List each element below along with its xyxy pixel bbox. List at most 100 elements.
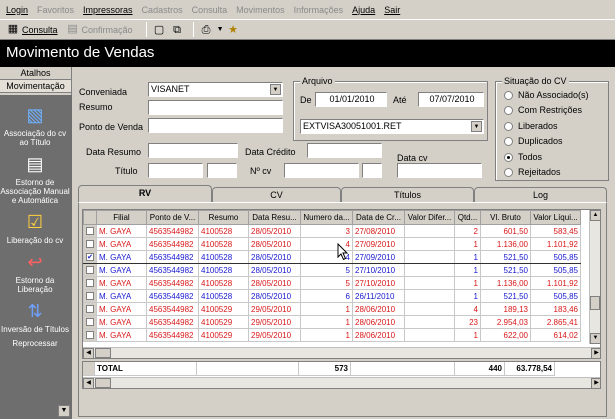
radio-todos[interactable]: Todos — [504, 152, 542, 162]
data-credito-label: Data Crédito — [245, 147, 296, 157]
column-header[interactable]: Valor Difer... — [404, 210, 455, 225]
row-checkbox[interactable] — [83, 224, 97, 238]
radio-nao-associados[interactable]: Não Associado(s) — [504, 90, 589, 100]
menu-item-8[interactable]: Sair — [384, 5, 400, 15]
menu-item-6[interactable]: Informações — [294, 5, 344, 15]
menu-item-3[interactable]: Cadastros — [142, 5, 183, 15]
column-header[interactable]: Qtd... — [454, 210, 481, 225]
situacao-group-title: Situação do CV — [502, 76, 569, 86]
sidebar-item-associacao[interactable]: ▧ Associação do cv ao Título — [0, 103, 70, 147]
confirmacao-button[interactable]: ▤ Confirmação — [66, 23, 132, 36]
totals-horizontal-scrollbar[interactable]: ◀ ▶ — [83, 377, 600, 388]
sidebar-tab-movimentacao[interactable]: Movimentação — [0, 80, 71, 93]
chevron-down-icon[interactable]: ▼ — [270, 84, 281, 95]
row-checkbox[interactable]: ✔ — [83, 250, 97, 264]
row-checkbox[interactable] — [83, 237, 97, 251]
column-header[interactable]: Resumo — [198, 210, 249, 225]
table-row[interactable]: M. GAYA 4563544982 4100529 29/05/2010 1 28/06… — [83, 302, 581, 316]
sidebar-scroll-down-button[interactable]: ▼ — [58, 405, 70, 417]
table-row[interactable]: M. GAYA 4563544982 4100528 28/05/2010 6 26/11… — [83, 289, 581, 303]
menu-item-7[interactable]: Ajuda — [352, 5, 375, 15]
column-header[interactable]: Vl. Bruto — [480, 210, 531, 225]
grid-vertical-scrollbar[interactable]: ▲ ▼ — [589, 210, 600, 344]
column-header[interactable]: Ponto de V... — [146, 210, 199, 225]
arquivo-select[interactable]: EXTVISA30051001.RET ▼ — [300, 119, 484, 134]
table-cell: M. GAYA — [96, 250, 147, 264]
sidebar-item-estorno-associacao[interactable]: ▤ Estorno de Associação Manual e Automát… — [0, 152, 70, 205]
row-checkbox[interactable] — [83, 302, 97, 316]
sidebar-item-estorno-liberacao[interactable]: ↩ Estorno da Liberação — [0, 250, 70, 294]
row-checkbox[interactable] — [83, 276, 97, 290]
titulo-parcela-input[interactable] — [207, 163, 237, 178]
chevron-down-icon[interactable]: ▼ — [217, 26, 224, 33]
sidebar-item-inversao[interactable]: ⇅ Inversão de Títulos — [0, 299, 70, 334]
sidebar-tab-atalhos[interactable]: Atalhos — [0, 67, 71, 80]
chevron-up-icon[interactable]: ▲ — [590, 210, 600, 221]
tab-rv[interactable]: RV — [78, 185, 212, 202]
row-checkbox[interactable] — [83, 328, 97, 342]
data-cv-input[interactable] — [397, 163, 482, 178]
row-checkbox[interactable] — [83, 289, 97, 303]
column-header[interactable]: Data de Cr... — [352, 210, 405, 225]
titulo-input[interactable] — [148, 163, 203, 178]
scroll-thumb[interactable] — [95, 378, 111, 388]
column-header[interactable]: Data Resu... — [248, 210, 301, 225]
menu-item-4[interactable]: Consulta — [192, 5, 228, 15]
table-cell: 4563544982 — [146, 250, 199, 264]
copy-icon[interactable]: ⧉ — [170, 23, 185, 37]
chevron-down-icon[interactable]: ▼ — [590, 333, 600, 344]
radio-rejeitados[interactable]: Rejeitados — [504, 167, 561, 177]
data-credito-input[interactable] — [307, 143, 382, 158]
chevron-down-icon[interactable]: ▼ — [471, 121, 482, 132]
de-date-input[interactable]: 01/01/2010 — [315, 92, 387, 107]
radio-icon — [504, 136, 513, 146]
sidebar-item-liberacao[interactable]: ☑ Liberação do cv — [0, 210, 70, 245]
invert-icon: ⇅ — [27, 301, 43, 321]
table-row[interactable]: M. GAYA 4563544982 4100528 28/05/2010 3 27/08… — [83, 224, 581, 238]
resumo-input[interactable] — [148, 100, 283, 115]
table-cell: 622,00 — [480, 328, 531, 342]
table-row[interactable]: M. GAYA 4563544982 4100528 28/05/2010 5 27/10… — [83, 276, 581, 290]
table-cell: 2.954,03 — [480, 315, 531, 329]
tab-log[interactable]: Log — [474, 187, 607, 202]
radio-liberados[interactable]: Liberados — [504, 121, 558, 131]
scroll-thumb[interactable] — [95, 348, 111, 358]
data-resumo-input[interactable] — [148, 143, 238, 158]
chevron-left-icon[interactable]: ◀ — [83, 348, 94, 358]
ncv-input[interactable] — [284, 163, 359, 178]
table-cell: 505,85 — [530, 250, 581, 264]
radio-com-restricoes[interactable]: Com Restrições — [504, 105, 582, 115]
row-checkbox[interactable] — [83, 263, 97, 277]
table-row[interactable]: M. GAYA 4563544982 4100529 29/05/2010 1 28/06… — [83, 315, 581, 329]
radio-duplicados[interactable]: Duplicados — [504, 136, 563, 146]
consulta-button[interactable]: ▦ Consulta — [6, 23, 58, 36]
table-row[interactable]: M. GAYA 4563544982 4100528 28/05/2010 4 27/09… — [83, 237, 581, 251]
chevron-right-icon[interactable]: ▶ — [591, 348, 600, 358]
chevron-right-icon[interactable]: ▶ — [591, 378, 600, 388]
chevron-left-icon[interactable]: ◀ — [83, 378, 94, 388]
printer-icon[interactable]: ⎙ — [199, 23, 214, 37]
new-document-icon[interactable]: ▢ — [152, 23, 167, 37]
table-row[interactable]: M. GAYA 4563544982 4100528 28/05/2010 5 27/10… — [83, 263, 581, 277]
conveniada-select[interactable]: VISANET ▼ — [148, 82, 283, 97]
tab-titulos[interactable]: Títulos — [341, 187, 474, 202]
tab-cv[interactable]: CV — [212, 187, 341, 202]
menu-item-5[interactable]: Movimentos — [236, 5, 285, 15]
column-header[interactable]: Filial — [96, 210, 147, 225]
sidebar-item-reprocessar[interactable]: Reprocessar — [0, 339, 70, 348]
ncv-digit-input[interactable] — [362, 163, 382, 178]
grid-horizontal-scrollbar[interactable]: ◀ ▶ — [83, 347, 600, 358]
menu-item-1[interactable]: Favoritos — [37, 5, 74, 15]
scroll-thumb[interactable] — [590, 296, 600, 310]
column-header[interactable]: Valor Líqui... — [530, 210, 581, 225]
menu-item-2[interactable]: Impressoras — [83, 5, 133, 15]
ate-date-input[interactable]: 07/07/2010 — [418, 92, 484, 107]
ponto-venda-input[interactable] — [148, 118, 283, 133]
table-row[interactable]: M. GAYA 4563544982 4100529 29/05/2010 1 28/06… — [83, 328, 581, 342]
menu-item-0[interactable]: Login — [6, 5, 28, 15]
column-header[interactable]: Numero da... — [300, 210, 353, 225]
table-row[interactable]: ✔ M. GAYA 4563544982 4100528 28/05/2010 4 27/0… — [83, 250, 581, 264]
help-icon[interactable]: ★ — [226, 23, 241, 37]
row-checkbox[interactable] — [83, 315, 97, 329]
table-cell: 2 — [454, 224, 481, 238]
